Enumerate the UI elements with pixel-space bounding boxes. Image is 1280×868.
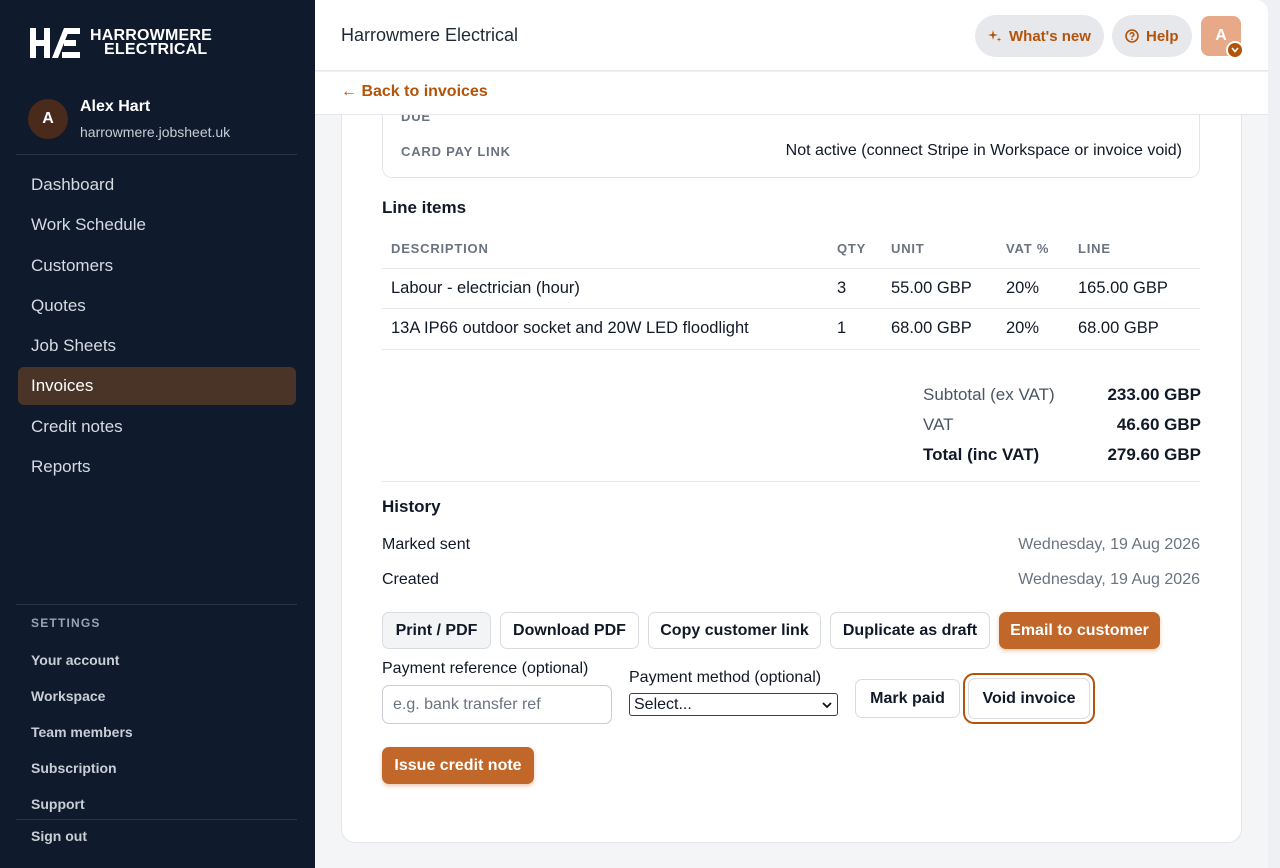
totals-summary: Subtotal (ex VAT) 233.00 GBP VAT 46.60 G… <box>923 380 1201 470</box>
item-qty: 3 <box>837 268 891 309</box>
divider <box>16 819 297 820</box>
sidebar-item-dashboard[interactable]: Dashboard <box>18 166 296 204</box>
settings-item-workspace[interactable]: Workspace <box>31 678 133 714</box>
settings-item-subscription[interactable]: Subscription <box>31 750 133 786</box>
card-pay-link-value: Not active (connect Stripe in Workspace … <box>785 142 1182 159</box>
main-nav: Dashboard Work Schedule Customers Quotes Job… <box>18 166 296 488</box>
sidebar-item-quotes[interactable]: Quotes <box>18 287 296 325</box>
column-header-unit: UNIT <box>891 230 1006 269</box>
sidebar-item-reports[interactable]: Reports <box>18 448 296 486</box>
issue-credit-note-button[interactable]: Issue credit note <box>382 747 534 784</box>
line-items-heading: Line items <box>382 198 467 217</box>
account-menu-button[interactable]: A <box>1201 16 1244 59</box>
vat-value: 46.60 GBP <box>1116 415 1201 434</box>
sidebar: HARROWMERE ELECTRICAL A Alex Hart harrow… <box>0 0 315 868</box>
page-title: Harrowmere Electrical <box>341 25 519 45</box>
column-header-qty: QTY <box>837 230 891 269</box>
history-date: Wednesday, 19 Aug 2026 <box>1018 536 1200 553</box>
item-line-total: 165.00 GBP <box>1078 268 1200 309</box>
sidebar-item-invoices[interactable]: Invoices <box>18 367 296 406</box>
brand-wordmark: HARROWMERE ELECTRICAL <box>90 27 212 58</box>
sub-header: ← Back to invoices <box>315 72 1268 115</box>
item-unit: 55.00 GBP <box>891 268 1006 309</box>
sidebar-item-credit-notes[interactable]: Credit notes <box>18 408 296 446</box>
void-invoice-button[interactable]: Void invoice <box>968 678 1090 719</box>
download-pdf-button[interactable]: Download PDF <box>500 612 639 649</box>
chevron-down-icon <box>1226 41 1244 59</box>
table-row: Labour - electrician (hour) 3 55.00 GBP … <box>382 268 1200 309</box>
total-row: Total (inc VAT) 279.60 GBP <box>923 440 1201 470</box>
item-unit: 68.00 GBP <box>891 308 1006 350</box>
total-value: 279.60 GBP <box>1107 445 1201 464</box>
payment-method-select[interactable]: Select... <box>629 693 838 716</box>
payment-method-label: Payment method (optional) <box>629 669 822 686</box>
settings-item-team-members[interactable]: Team members <box>31 714 133 750</box>
history-item: Marked sent Wednesday, 19 Aug 2026 <box>382 536 1200 554</box>
chevron-down-icon <box>822 701 832 708</box>
divider <box>16 604 297 605</box>
settings-item-support[interactable]: Support <box>31 786 133 822</box>
print-pdf-button[interactable]: Print / PDF <box>382 612 491 649</box>
settings-item-your-account[interactable]: Your account <box>31 642 133 678</box>
help-button[interactable]: Help <box>1112 15 1192 57</box>
divider <box>16 154 297 155</box>
item-qty: 1 <box>837 308 891 350</box>
workspace-domain: harrowmere.jobsheet.uk <box>80 124 231 140</box>
total-label: Total (inc VAT) <box>923 445 1040 464</box>
subtotal-row: Subtotal (ex VAT) 233.00 GBP <box>923 380 1201 410</box>
help-label: Help <box>1146 27 1179 45</box>
item-description: 13A IP66 outdoor socket and 20W LED floo… <box>382 308 837 350</box>
item-vat: 20% <box>1006 308 1078 350</box>
card-pay-link-label: CARD PAY LINK <box>401 144 511 159</box>
column-header-vat: VAT % <box>1006 230 1078 269</box>
invoice-card <box>341 115 1242 843</box>
line-items-table: DESCRIPTION QTY UNIT VAT % LINE Labour -… <box>382 230 1200 350</box>
sidebar-item-job-sheets[interactable]: Job Sheets <box>18 327 296 365</box>
item-vat: 20% <box>1006 268 1078 309</box>
mark-paid-button[interactable]: Mark paid <box>855 679 960 718</box>
back-to-invoices-link[interactable]: ← Back to invoices <box>341 83 488 101</box>
sidebar-item-customers[interactable]: Customers <box>18 247 296 285</box>
sidebar-item-work-schedule[interactable]: Work Schedule <box>18 206 296 244</box>
divider <box>382 481 1200 482</box>
history-event: Created <box>382 571 439 588</box>
help-icon <box>1125 29 1139 43</box>
settings-nav: Your account Workspace Team members Subscri… <box>31 642 133 822</box>
payment-method-value: Select... <box>634 695 692 713</box>
settings-heading: SETTINGS <box>31 616 101 630</box>
payment-info-box: DUE CARD PAY LINK Not active (connect St… <box>382 115 1200 178</box>
item-description: Labour - electrician (hour) <box>382 268 837 309</box>
whats-new-button[interactable]: What's new <box>975 15 1104 57</box>
brand-logo[interactable]: HARROWMERE ELECTRICAL <box>30 26 212 60</box>
table-header-row: DESCRIPTION QTY UNIT VAT % LINE <box>382 230 1200 269</box>
duplicate-as-draft-button[interactable]: Duplicate as draft <box>830 612 990 649</box>
avatar: A <box>28 99 68 139</box>
copy-customer-link-button[interactable]: Copy customer link <box>648 612 821 649</box>
sign-out-link[interactable]: Sign out <box>31 828 87 844</box>
vat-row: VAT 46.60 GBP <box>923 410 1201 440</box>
column-header-description: DESCRIPTION <box>382 230 837 269</box>
user-profile[interactable]: A Alex Hart harrowmere.jobsheet.uk <box>28 98 230 140</box>
table-row: 13A IP66 outdoor socket and 20W LED floo… <box>382 308 1200 350</box>
email-to-customer-button[interactable]: Email to customer <box>999 612 1160 649</box>
payment-reference-label: Payment reference (optional) <box>382 660 589 677</box>
subtotal-label: Subtotal (ex VAT) <box>923 385 1055 404</box>
history-date: Wednesday, 19 Aug 2026 <box>1018 571 1200 588</box>
history-heading: History <box>382 497 441 516</box>
sparkle-icon <box>988 30 1002 42</box>
logo-mark-icon <box>30 28 80 58</box>
history-item: Created Wednesday, 19 Aug 2026 <box>382 571 1200 589</box>
top-bar: Harrowmere Electrical What's new Help A <box>315 0 1268 71</box>
whats-new-label: What's new <box>1009 27 1091 45</box>
subtotal-value: 233.00 GBP <box>1107 385 1201 404</box>
item-line-total: 68.00 GBP <box>1078 308 1200 350</box>
user-name: Alex Hart <box>80 98 151 115</box>
history-event: Marked sent <box>382 536 471 553</box>
avatar-initial: A <box>1215 27 1227 44</box>
column-header-line: LINE <box>1078 230 1200 269</box>
due-label: DUE <box>401 115 431 124</box>
vat-label: VAT <box>923 415 954 434</box>
payment-reference-input[interactable]: e.g. bank transfer ref <box>382 685 612 724</box>
